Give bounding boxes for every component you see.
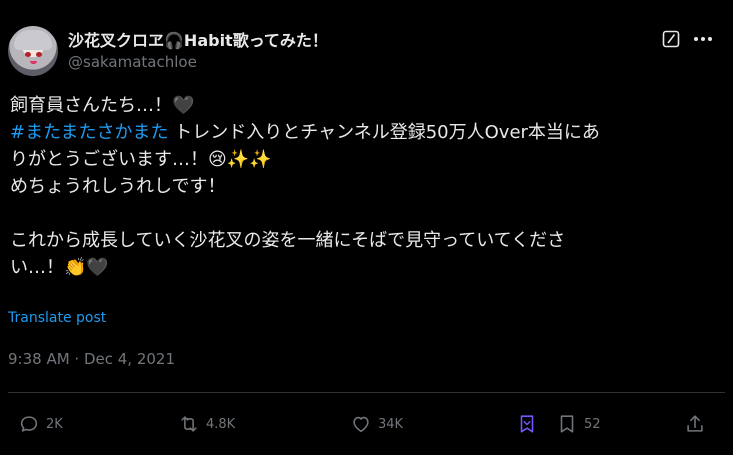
avatar-hair xyxy=(14,30,52,50)
tweet-line: めちょうれしうれしです！ xyxy=(10,176,226,197)
hashtag-link[interactable]: #またまたさかまた xyxy=(10,122,169,143)
repost-icon xyxy=(181,416,197,432)
tweet-line: い…！👏🖤 xyxy=(10,257,109,278)
author-handle[interactable]: @sakamatachloe xyxy=(68,53,197,71)
divider xyxy=(8,392,725,393)
tweet-line: これから成長していく沙花叉の姿を一緒にそばで見守っていてくださ xyxy=(10,230,566,251)
more-options-icon[interactable] xyxy=(692,30,714,48)
grok-analyze-button[interactable] xyxy=(516,412,538,436)
tweet-text-span: トレンド入りとチャンネル登録50万人Over本当にあ xyxy=(168,122,600,143)
like-button[interactable]: 34K xyxy=(350,412,403,436)
tweet-text: 飼育員さんたち…！🖤 #またまたさかまた トレンド入りとチャンネル登録50万人O… xyxy=(10,92,710,281)
share-icon xyxy=(687,415,703,432)
avatar-mouth xyxy=(30,61,37,64)
bookmark-count: 52 xyxy=(584,416,601,432)
grok-icon[interactable] xyxy=(662,30,680,48)
share-button[interactable] xyxy=(684,412,706,436)
grok-bookmark-icon xyxy=(520,415,534,433)
reply-button[interactable]: 2K xyxy=(18,412,63,436)
author-display-name[interactable]: 沙花叉クロヱ🎧Habit歌ってみた！ xyxy=(68,27,328,51)
tweet-line: 飼育員さんたち…！🖤 xyxy=(10,95,195,116)
repost-button[interactable]: 4.8K xyxy=(178,412,235,436)
post-container: 沙花叉クロヱ🎧Habit歌ってみた！ @sakamatachloe 飼育員さんた… xyxy=(0,0,733,455)
post-timestamp[interactable]: 9:38 AM · Dec 4, 2021 xyxy=(8,350,175,368)
avatar[interactable] xyxy=(8,26,58,76)
heart-icon xyxy=(353,416,369,433)
repost-count: 4.8K xyxy=(206,416,236,432)
reply-count: 2K xyxy=(46,416,63,432)
translate-post-link[interactable]: Translate post xyxy=(8,310,106,326)
tweet-line: りがとうございます…！😢✨✨ xyxy=(10,149,272,170)
bookmark-button[interactable]: 52 xyxy=(556,412,601,436)
like-count: 34K xyxy=(378,416,404,432)
tweet-line: #またまたさかまた トレンド入りとチャンネル登録50万人Over本当にあ xyxy=(10,119,710,146)
reply-icon xyxy=(20,416,38,432)
avatar-eye xyxy=(25,52,31,57)
avatar-eye xyxy=(36,52,42,57)
bookmark-icon xyxy=(560,415,574,433)
